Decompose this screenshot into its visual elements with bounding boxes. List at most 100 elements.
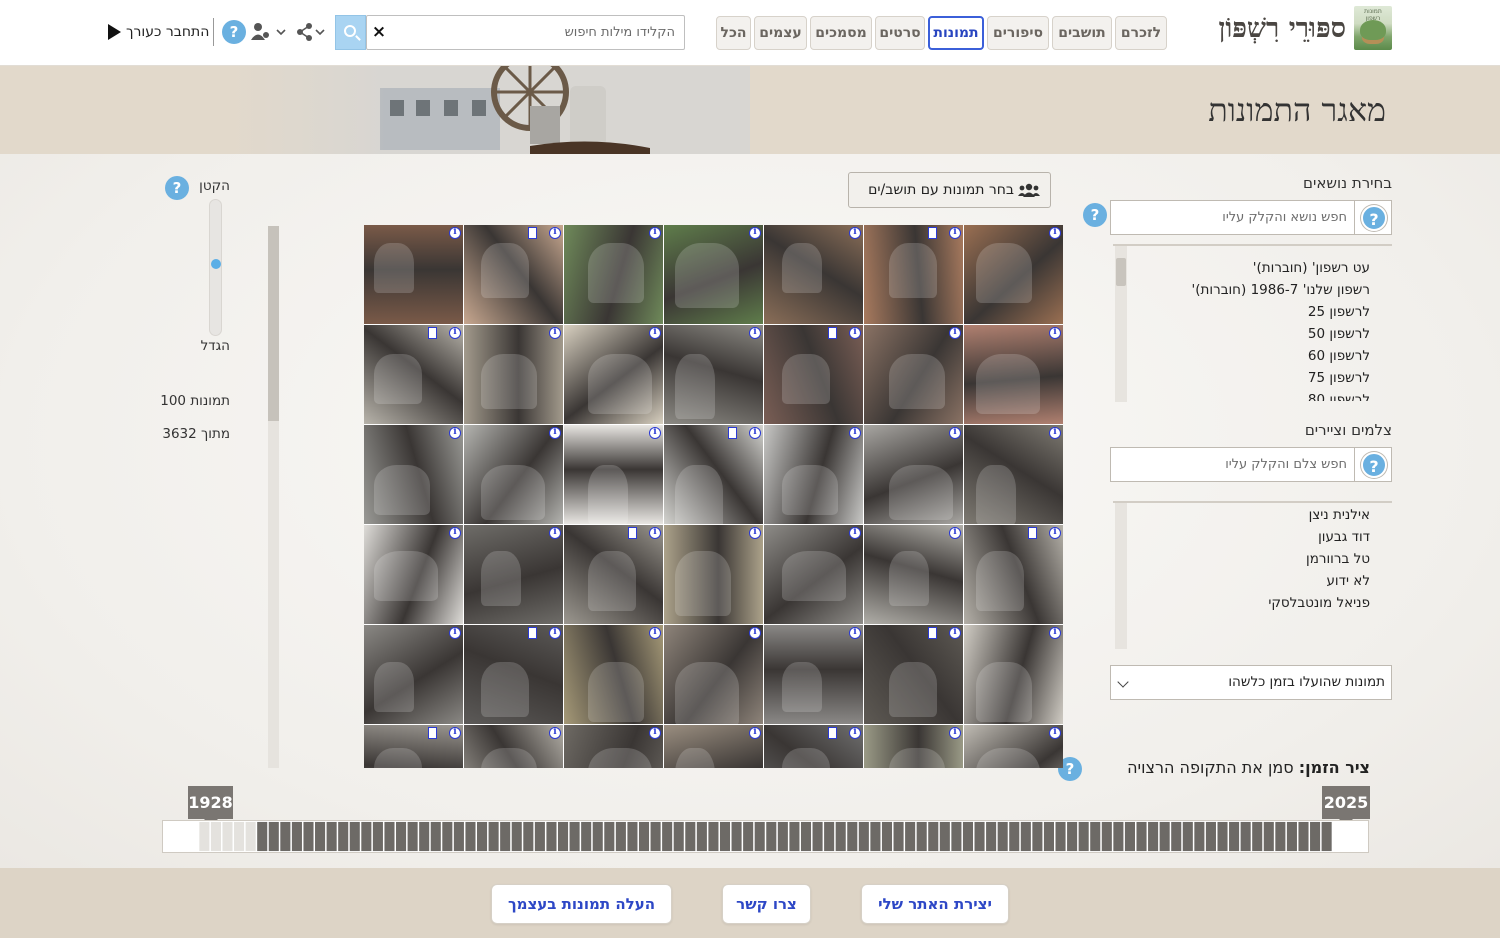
photo-thumbnail[interactable]: i — [664, 525, 763, 624]
info-icon[interactable]: i — [649, 627, 661, 639]
photo-thumbnail[interactable]: i — [964, 625, 1063, 724]
timeline-year-segment[interactable] — [766, 821, 777, 852]
timeline-year-segment[interactable] — [1263, 821, 1274, 852]
info-icon[interactable]: i — [849, 727, 861, 739]
topic-item[interactable]: 80 לרשפון — [1130, 389, 1390, 401]
info-icon[interactable]: i — [1049, 527, 1061, 539]
timeline-year-segment[interactable] — [407, 821, 418, 852]
info-icon[interactable]: i — [649, 227, 661, 239]
nav-tab-5[interactable]: סרטים — [875, 16, 925, 50]
timeline-year-segment[interactable] — [569, 821, 580, 852]
timeline-year-segment[interactable] — [1067, 821, 1078, 852]
timeline-year-segment[interactable] — [1124, 821, 1135, 852]
info-icon[interactable]: i — [949, 227, 961, 239]
timeline-year-segment[interactable] — [257, 821, 268, 852]
timeline-bar[interactable] — [162, 820, 1369, 853]
document-icon[interactable] — [728, 427, 737, 439]
timeline-year-segment[interactable] — [812, 821, 823, 852]
timeline-year-segment[interactable] — [835, 821, 846, 852]
topic-item[interactable]: 25 לרשפון — [1130, 301, 1390, 323]
topic-item[interactable]: 60 לרשפון — [1130, 345, 1390, 367]
scroll-thumb[interactable] — [268, 226, 279, 421]
timeline-year-segment[interactable] — [1020, 821, 1031, 852]
info-icon[interactable]: i — [749, 427, 761, 439]
timeline-year-segment[interactable] — [951, 821, 962, 852]
info-icon[interactable]: i — [449, 727, 461, 739]
timeline-year-segment[interactable] — [1148, 821, 1159, 852]
photo-thumbnail[interactable]: i — [464, 725, 563, 768]
info-icon[interactable]: i — [749, 727, 761, 739]
timeline-year-segment[interactable] — [245, 821, 256, 852]
timeline-year-segment[interactable] — [962, 821, 974, 852]
photo-thumbnail[interactable]: i — [364, 725, 463, 768]
timeline-year-segment[interactable] — [1194, 821, 1205, 852]
topic-item[interactable]: 75 לרשפון — [1130, 367, 1390, 389]
timeline-year-segment[interactable] — [638, 821, 650, 852]
help-icon[interactable]: ? — [222, 20, 246, 44]
photo-thumbnail[interactable]: i — [764, 425, 863, 524]
timeline-year-segment[interactable] — [604, 821, 615, 852]
info-icon[interactable]: i — [449, 227, 461, 239]
timeline-year-segment[interactable] — [870, 821, 881, 852]
timeline-year-segment[interactable] — [453, 821, 464, 852]
info-icon[interactable]: i — [549, 327, 561, 339]
info-icon[interactable]: i — [849, 527, 861, 539]
timeline-year-segment[interactable] — [997, 821, 1008, 852]
info-icon[interactable]: i — [849, 627, 861, 639]
photo-thumbnail[interactable]: i — [964, 225, 1063, 324]
timeline-year-segment[interactable] — [1159, 821, 1170, 852]
info-icon[interactable]: i — [1049, 627, 1061, 639]
timeline-year-segment[interactable] — [511, 821, 522, 852]
nav-tab-3[interactable]: סיפורים — [987, 16, 1049, 50]
timeline-year-segment[interactable] — [396, 821, 407, 852]
nav-tab-4[interactable]: תמונות — [928, 16, 984, 50]
nav-tab-2[interactable]: תושבים — [1052, 16, 1112, 50]
contact-button[interactable]: צרו קשר — [722, 884, 811, 924]
timeline-year-segment[interactable] — [361, 821, 372, 852]
photo-thumbnail[interactable]: i — [864, 625, 963, 724]
timeline-year-segment[interactable] — [1078, 821, 1089, 852]
info-icon[interactable]: i — [649, 327, 661, 339]
photographer-item[interactable]: פניאל מונטבלסקי — [1130, 592, 1390, 614]
photo-thumbnail[interactable]: i — [464, 425, 563, 524]
timeline-year-segment[interactable] — [650, 821, 661, 852]
photo-thumbnail[interactable]: i — [464, 225, 563, 324]
info-icon[interactable]: i — [949, 627, 961, 639]
photo-thumbnail[interactable]: i — [964, 325, 1063, 424]
timeline-year-segment[interactable] — [615, 821, 626, 852]
info-icon[interactable]: i — [649, 527, 661, 539]
timeline-year-segment[interactable] — [268, 821, 279, 852]
photographer-item[interactable]: דוד גבעון — [1130, 526, 1390, 548]
photo-thumbnail[interactable]: i — [864, 525, 963, 624]
info-icon[interactable]: i — [949, 427, 961, 439]
topics-search-input[interactable] — [1115, 201, 1351, 234]
info-icon[interactable]: i — [849, 327, 861, 339]
timeline-year-segment[interactable] — [627, 821, 638, 852]
photo-thumbnail[interactable]: i — [664, 725, 763, 768]
photo-thumbnail[interactable]: i — [964, 725, 1063, 768]
photo-thumbnail[interactable]: i — [564, 725, 663, 768]
create-site-button[interactable]: יצירת האתר שלי — [861, 884, 1009, 924]
document-icon[interactable] — [428, 327, 437, 339]
timeline-year-segment[interactable] — [685, 821, 696, 852]
info-icon[interactable]: i — [549, 227, 561, 239]
timeline-year-segment[interactable] — [905, 821, 916, 852]
upload-time-select[interactable]: תמונות שהועלו בזמן כלשהו — [1110, 665, 1392, 700]
timeline-year-segment[interactable] — [1298, 821, 1309, 852]
info-icon[interactable]: i — [749, 527, 761, 539]
photo-thumbnail[interactable]: i — [564, 225, 663, 324]
nav-tab-8[interactable]: הכל — [716, 16, 751, 50]
photo-thumbnail[interactable]: i — [964, 425, 1063, 524]
timeline-year-segment[interactable] — [291, 821, 302, 852]
timeline-year-segment[interactable] — [916, 821, 927, 852]
timeline-year-segment[interactable] — [384, 821, 395, 852]
zoom-slider-handle[interactable] — [211, 258, 221, 269]
photo-thumbnail[interactable]: i — [664, 325, 763, 424]
timeline-year-segment[interactable] — [210, 821, 221, 852]
photo-thumbnail[interactable]: i — [464, 525, 563, 624]
photographer-item[interactable]: אילנית ניצן — [1130, 504, 1390, 526]
help-icon[interactable]: ? — [1361, 205, 1387, 231]
document-icon[interactable] — [528, 627, 537, 639]
info-icon[interactable]: i — [449, 627, 461, 639]
scroll-thumb[interactable] — [1116, 258, 1126, 286]
